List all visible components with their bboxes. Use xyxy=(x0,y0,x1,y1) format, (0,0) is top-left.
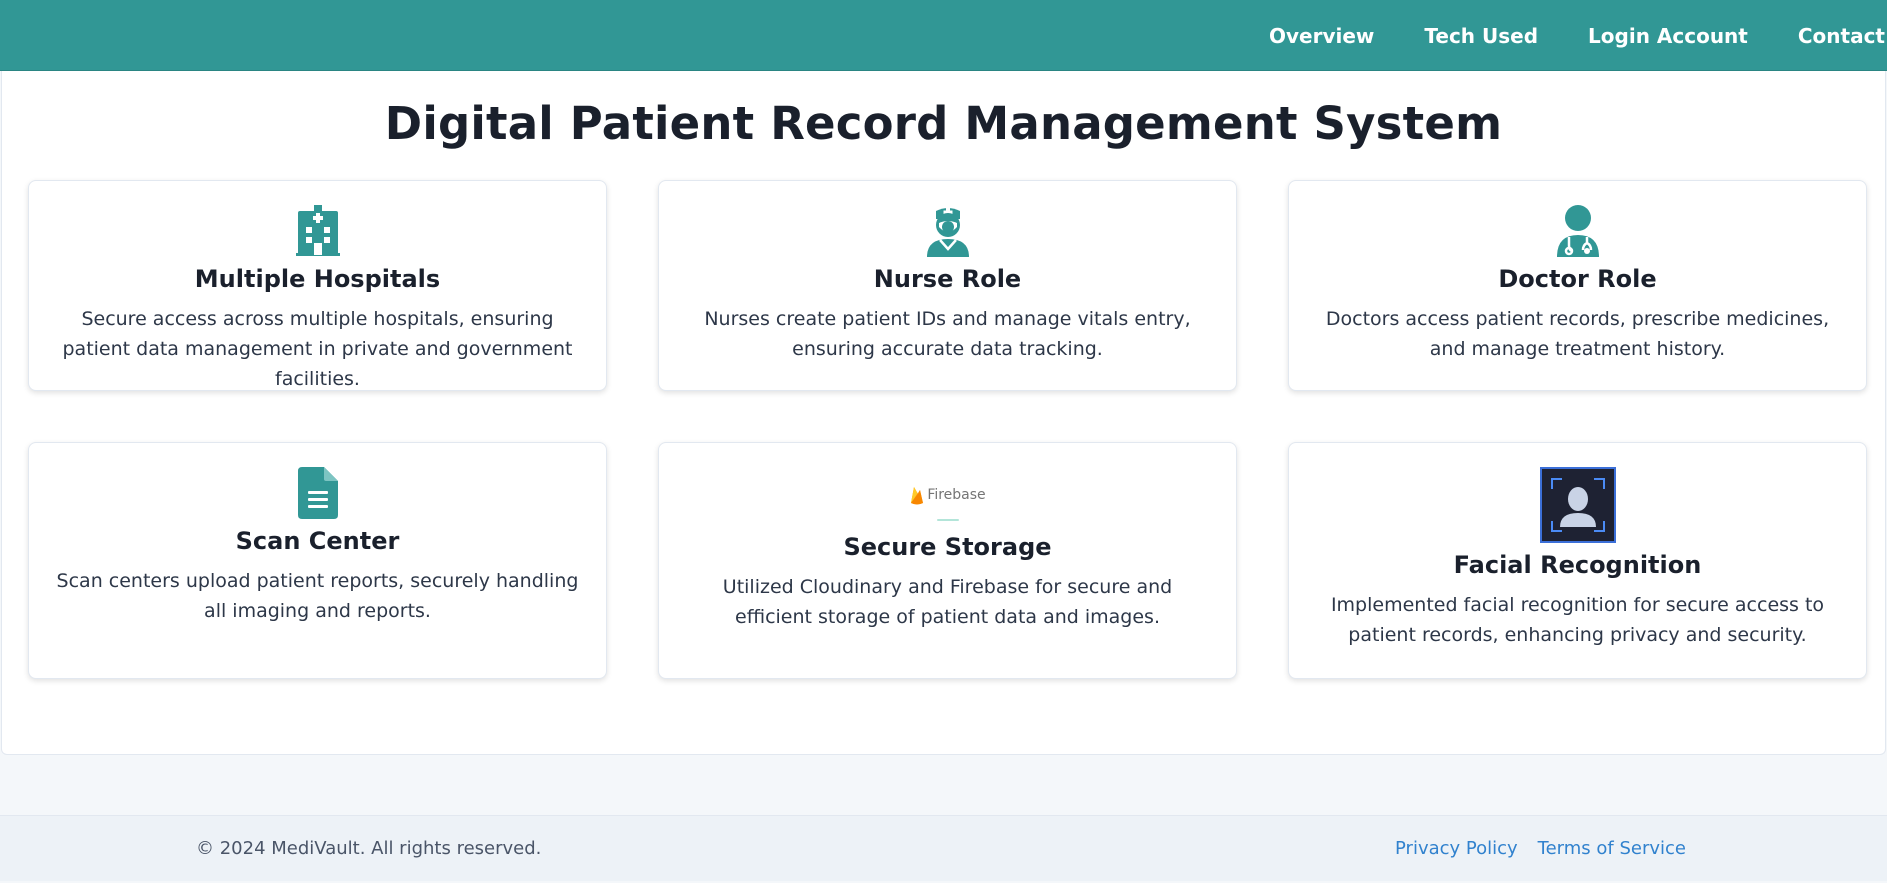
page-title: Digital Patient Record Management System xyxy=(384,97,1503,150)
document-icon xyxy=(297,467,338,519)
footer-links: Privacy Policy Terms of Service xyxy=(1375,838,1686,859)
card-description: Utilized Cloudinary and Firebase for sec… xyxy=(722,576,1173,628)
card-description: Secure access across multiple hospitals,… xyxy=(62,308,573,390)
feature-card-nurse-role: Nurse Role Nurses create patient IDs and… xyxy=(658,180,1237,391)
firebase-logo-row: Firebase xyxy=(909,485,986,505)
feature-card-multiple-hospitals: Multiple Hospitals Secure access across … xyxy=(28,180,607,391)
terms-of-service-link[interactable]: Terms of Service xyxy=(1538,838,1686,859)
card-title: Secure Storage xyxy=(843,533,1052,561)
main-panel: Digital Patient Record Management System… xyxy=(1,71,1886,755)
nurse-icon xyxy=(926,208,969,257)
nav-link-overview[interactable]: Overview xyxy=(1269,24,1374,48)
feature-card-doctor-role: Doctor Role Doctors access patient recor… xyxy=(1288,180,1867,391)
copyright-text: © 2024 MediVault. All rights reserved. xyxy=(196,838,542,859)
card-title: Nurse Role xyxy=(873,265,1022,293)
firebase-logo: Firebase xyxy=(659,485,1236,525)
firebase-logo-text: Firebase xyxy=(927,487,986,503)
nav-link-contact[interactable]: Contact xyxy=(1798,24,1885,48)
card-title: Doctor Role xyxy=(1498,265,1657,293)
nav-links: Overview Tech Used Login Account Contact xyxy=(1219,0,1887,71)
navbar: Overview Tech Used Login Account Contact xyxy=(0,0,1887,71)
card-title: Facial Recognition xyxy=(1453,551,1702,579)
hospital-icon xyxy=(295,205,340,256)
card-description: Doctors access patient records, prescrib… xyxy=(1325,308,1830,360)
face-recognition-icon xyxy=(1539,467,1616,543)
flame-icon xyxy=(911,487,924,505)
feature-card-scan-center: Scan Center Scan centers upload patient … xyxy=(28,442,607,679)
card-description: Implemented facial recognition for secur… xyxy=(1330,594,1825,646)
face-scan-graphic xyxy=(1550,478,1605,532)
doctor-icon xyxy=(1556,205,1599,257)
card-title: Multiple Hospitals xyxy=(194,265,441,293)
footer: © 2024 MediVault. All rights reserved. P… xyxy=(0,815,1887,881)
privacy-policy-link[interactable]: Privacy Policy xyxy=(1395,838,1518,859)
feature-card-secure-storage: Firebase Secure Storage Utilized Cloudin… xyxy=(658,442,1237,679)
card-description: Nurses create patient IDs and manage vit… xyxy=(704,308,1191,360)
logo-underline xyxy=(936,519,959,521)
nav-link-tech-used[interactable]: Tech Used xyxy=(1424,24,1538,48)
nav-link-login-account[interactable]: Login Account xyxy=(1588,24,1748,48)
card-title: Scan Center xyxy=(235,527,400,555)
card-description: Scan centers upload patient reports, sec… xyxy=(56,570,579,622)
feature-card-facial-recognition: Facial Recognition Implemented facial re… xyxy=(1288,442,1867,679)
